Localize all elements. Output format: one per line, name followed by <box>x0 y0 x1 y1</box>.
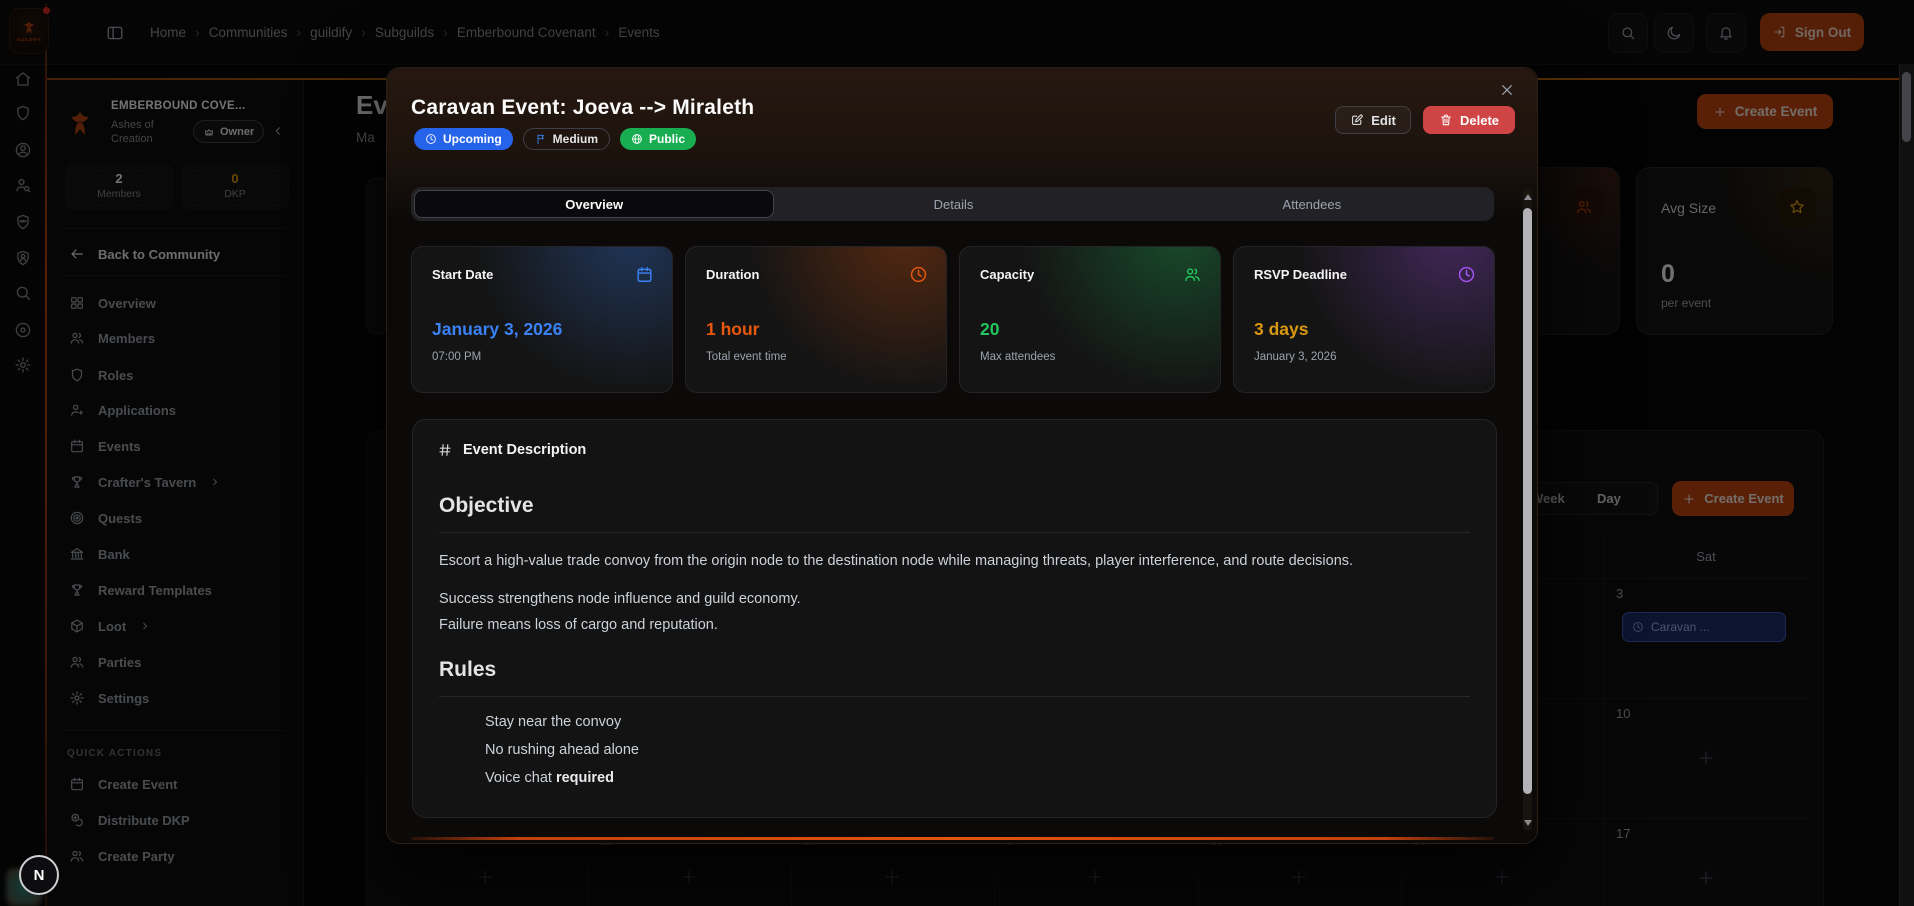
rule-item: Voice chat required <box>485 770 614 786</box>
rule-item: Stay near the convoy <box>485 714 621 730</box>
edit-icon <box>1350 113 1364 127</box>
tab-details[interactable]: Details <box>774 190 1132 218</box>
clock-icon <box>909 265 928 284</box>
modal-tabs: Overview Details Attendees <box>411 187 1494 221</box>
badge-row: Upcoming Medium Public <box>414 128 696 150</box>
clock-icon <box>1457 265 1476 284</box>
users-icon <box>1183 265 1202 284</box>
tab-overview[interactable]: Overview <box>414 190 774 218</box>
priority-badge: Medium <box>523 128 610 150</box>
window-scrollbar-thumb[interactable] <box>1902 72 1911 142</box>
modal-bottom-accent <box>411 837 1494 840</box>
scroll-down-icon[interactable] <box>1524 820 1532 826</box>
stat-card-duration: Duration 1 hour Total event time <box>685 246 947 393</box>
modal-scrollbar-thumb[interactable] <box>1523 208 1532 794</box>
user-avatar[interactable]: N <box>19 855 59 895</box>
calendar-icon <box>635 265 654 284</box>
stat-card-rsvp-deadline: RSVP Deadline 3 days January 3, 2026 <box>1233 246 1495 393</box>
status-badge-upcoming: Upcoming <box>414 128 513 150</box>
stat-card-capacity: Capacity 20 Max attendees <box>959 246 1221 393</box>
outcome-line-2: Failure means loss of cargo and reputati… <box>439 614 1470 636</box>
delete-button[interactable]: Delete <box>1423 106 1515 134</box>
globe-icon <box>631 133 643 145</box>
divider <box>439 532 1470 533</box>
hash-icon <box>437 442 453 458</box>
tab-attendees[interactable]: Attendees <box>1133 190 1491 218</box>
divider <box>439 696 1470 697</box>
stat-card-start-date: Start Date January 3, 2026 07:00 PM <box>411 246 673 393</box>
rule-item: No rushing ahead alone <box>485 742 639 758</box>
app-root: GUILDIFY Home Communities guildify Subgu… <box>0 0 1914 906</box>
event-details-modal: Caravan Event: Joeva --> Miraleth Upcomi… <box>386 67 1538 844</box>
close-icon[interactable] <box>1499 82 1515 98</box>
scroll-up-icon[interactable] <box>1524 194 1532 200</box>
objective-heading: Objective <box>439 494 534 518</box>
visibility-badge: Public <box>620 128 696 150</box>
description-header: Event Description <box>463 442 586 458</box>
rules-heading: Rules <box>439 658 496 682</box>
modal-title: Caravan Event: Joeva --> Miraleth <box>411 96 754 120</box>
outcome-line-1: Success strengthens node influence and g… <box>439 588 1470 610</box>
flag-icon <box>535 133 547 145</box>
window-scrollbar[interactable] <box>1899 64 1914 906</box>
event-description-card: Event Description Objective Escort a hig… <box>412 419 1497 818</box>
trash-icon <box>1439 113 1453 127</box>
clock-icon <box>425 133 437 145</box>
objective-text: Escort a high-value trade convoy from th… <box>439 550 1470 572</box>
edit-button[interactable]: Edit <box>1335 106 1411 134</box>
